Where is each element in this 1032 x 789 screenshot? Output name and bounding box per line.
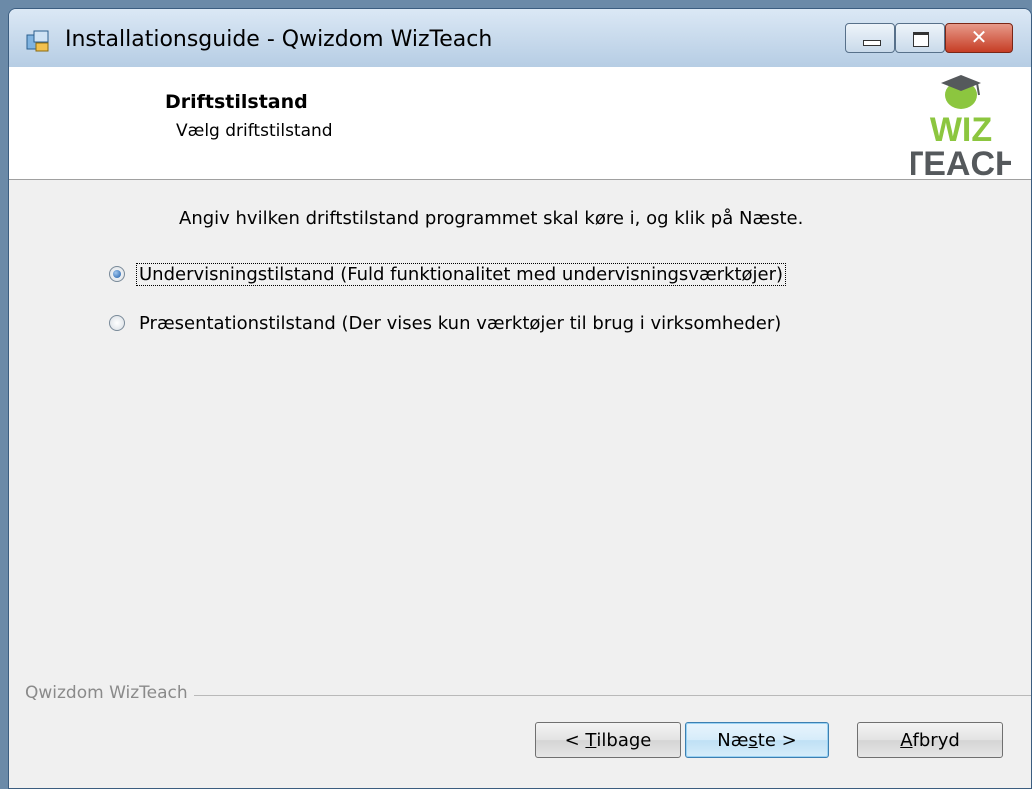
radio-option-presentation[interactable]: Præsentationstilstand (Der vises kun vær… — [109, 310, 783, 336]
radio-teaching-mode[interactable] — [109, 266, 125, 282]
radio-presentation-mode[interactable] — [109, 315, 125, 331]
back-label-rest: ilbage — [596, 729, 652, 751]
logo-text-wiz: WIZ — [930, 111, 992, 149]
next-button[interactable]: Næ s te > — [685, 722, 829, 758]
radio-option-teaching[interactable]: Undervisningstilstand (Fuld funktionalit… — [109, 261, 787, 287]
close-icon: ✕ — [970, 25, 988, 49]
window-title: Installationsguide - Qwizdom WizTeach — [65, 27, 493, 52]
next-label-prefix: Næ — [717, 729, 749, 751]
next-mnemonic: s — [748, 729, 758, 751]
radio-label-teaching[interactable]: Undervisningstilstand (Fuld funktionalit… — [135, 262, 787, 286]
title-bar[interactable]: Installationsguide - Qwizdom WizTeach ✕ — [9, 9, 1031, 67]
installer-app-icon — [26, 30, 49, 52]
maximize-icon — [913, 32, 929, 47]
maximize-button[interactable] — [895, 23, 945, 53]
wizteach-logo: WIZ TEACH — [911, 75, 1011, 177]
footer-brand-label: Qwizdom WizTeach — [25, 683, 194, 703]
logo-text-teach: TEACH — [911, 145, 1011, 177]
cancel-mnemonic: A — [900, 729, 913, 751]
wizard-header: Driftstilstand Vælg driftstilstand WIZ T… — [9, 67, 1031, 180]
radio-label-presentation[interactable]: Præsentationstilstand (Der vises kun vær… — [137, 313, 783, 334]
page-title: Driftstilstand — [165, 91, 308, 113]
close-button[interactable]: ✕ — [945, 23, 1013, 53]
back-button[interactable]: < Tilbage — [535, 722, 681, 758]
back-label-prefix: < — [564, 729, 586, 751]
minimize-icon — [863, 40, 881, 46]
minimize-button[interactable] — [845, 23, 895, 53]
cancel-label-rest: fbryd — [912, 729, 960, 751]
next-label-rest: te > — [757, 729, 797, 751]
page-subtitle: Vælg driftstilstand — [176, 121, 333, 141]
wizard-body: Angiv hvilken driftstilstand programmet … — [9, 180, 1031, 788]
installer-window: Installationsguide - Qwizdom WizTeach ✕ … — [8, 8, 1032, 789]
back-mnemonic: T — [585, 729, 597, 751]
cancel-button[interactable]: Afbryd — [857, 722, 1003, 758]
instruction-text: Angiv hvilken driftstilstand programmet … — [179, 208, 804, 229]
